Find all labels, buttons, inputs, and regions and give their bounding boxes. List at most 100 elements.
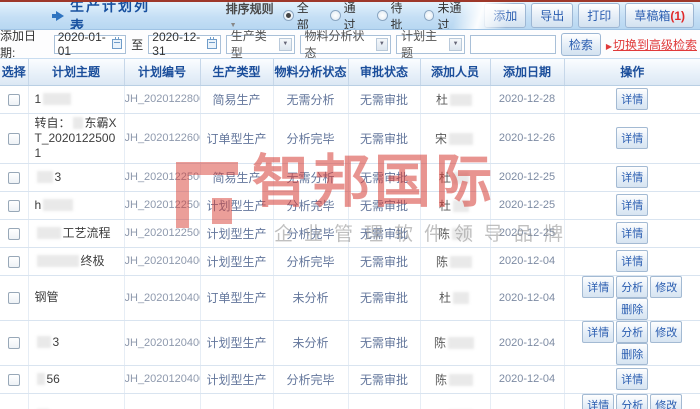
redacted-blur-patch [450,93,472,106]
status-radio-pending[interactable]: 待批 [376,2,414,29]
export-button[interactable]: 导出 [531,3,574,28]
toolbar-buttons: 添加 导出 打印 草稿箱(1) [484,3,694,28]
topic-cell: 转自： 东霸XT_20201225001 [28,113,125,164]
analyze-button[interactable]: 分析 [616,320,649,343]
row-checkbox[interactable] [7,93,20,106]
keyword-input[interactable] [469,34,556,54]
analyze-button[interactable]: 分析 [616,275,649,298]
advanced-search-link-text: 切换到高级检索 [612,37,697,52]
date-from-input[interactable]: 2020-01-01 [53,30,127,58]
plan-topic-select[interactable]: 计划主题 [396,29,465,60]
person-cell: 宋 [420,113,491,164]
table-row: 转自：东霸XT_20201225001JH_20201226001订单型生产分析… [0,113,700,164]
row-checkbox[interactable] [7,199,20,212]
modify-button[interactable]: 修改 [650,275,683,298]
person-cell: 陈 [420,393,491,409]
column-header: 审批状态 [348,59,421,86]
topic-text: 1 [34,91,42,106]
modify-button[interactable]: 修改 [650,320,683,343]
analyze-button[interactable]: 分析 [616,393,649,409]
detail-button[interactable]: 详情 [582,393,615,409]
row-checkbox[interactable] [7,255,20,268]
add-date-cell: 2020-12-04 [490,393,565,409]
radio-icon [329,10,341,21]
calendar-icon[interactable] [206,37,217,49]
draft-box-button[interactable]: 草稿箱(1) [625,3,694,28]
delete-button[interactable]: 删除 [616,297,649,319]
table-row: 终极 JH_20201204007计划型生产分析完毕无需审批陈 2020-12-04… [0,247,700,276]
production-type-cell: 计划型生产 [200,219,274,248]
topic-cell: 1 [28,85,125,114]
detail-button[interactable]: 详情 [616,88,649,110]
plan-code-cell: JH_20201225004 [124,191,201,220]
detail-button[interactable]: 详情 [582,320,615,343]
delete-button[interactable]: 删除 [616,342,649,364]
table-row: 工艺流程 JH_20201225003计划型生产分析完毕无需审批 陈 2020-12-… [0,219,700,248]
topic-cell: h [28,191,125,220]
status-radio-passed[interactable]: 通过 [329,2,367,29]
plan-code-cell: JH_20201204004 [124,320,201,366]
add-button[interactable]: 添加 [484,3,527,28]
analysis-status-cell: 分析完毕 [273,365,349,394]
detail-button[interactable]: 详情 [616,250,649,272]
material-status-select[interactable]: 物料分析状态 [299,29,392,60]
redacted-blur-patch [43,92,72,105]
detail-button[interactable]: 详情 [616,194,649,216]
modify-button[interactable]: 修改 [650,393,683,409]
page-title: 生产计划列表 [70,2,150,30]
analysis-status-cell: 分析完毕 [273,247,349,276]
date-to-input[interactable]: 2020-12-31 [148,30,221,58]
topic-text: 钢管 [34,290,59,304]
status-radio-rejected[interactable]: 未通过 [423,2,473,29]
person-cell: 陈 [420,247,491,276]
topic-cell: 3 [28,320,125,366]
print-button[interactable]: 打印 [578,3,621,28]
operation-cell: 详情 [564,113,700,164]
topic-text: 终极 [80,253,105,268]
select-cell [0,85,29,114]
production-type-cell: 计划型生产 [200,247,274,276]
redacted-blur-patch [448,337,474,349]
select-cell [0,275,29,321]
chevron-down-icon [375,37,389,51]
production-type-cell: 计划型生产 [200,191,274,220]
row-checkbox[interactable] [7,227,20,240]
topic-text: 转自： [34,115,71,130]
detail-button[interactable]: 详情 [582,275,615,298]
search-button[interactable]: 检索 [560,32,601,56]
calendar-icon[interactable] [112,37,123,49]
detail-button[interactable]: 详情 [616,166,649,188]
row-checkbox[interactable] [7,373,20,386]
table-row: 钢管JH_20201204006订单型生产未分析无需审批杜2020-12-04详… [0,275,700,321]
operation-cell: 详情 [564,163,700,192]
row-checkbox[interactable] [7,337,20,350]
plan-topic-select-value: 计划主题 [401,29,438,60]
operation-cell: 详情 [564,365,700,394]
advanced-search-link[interactable]: 切换到高级检索 [606,36,697,53]
detail-button[interactable]: 详情 [616,368,649,390]
production-type-select[interactable]: 生产类型 [225,29,295,60]
person-cell: 杜 [420,191,491,220]
status-radio-all[interactable]: 全部 [283,2,320,29]
draft-count-badge: (1) [670,9,685,23]
redacted-blur-patch [453,292,469,304]
draft-box-label: 草稿箱 [634,9,671,23]
detail-button[interactable]: 详情 [616,127,649,149]
row-checkbox[interactable] [7,132,20,145]
add-date-cell: 2020-12-04 [490,365,565,394]
add-date-cell: 2020-12-04 [490,275,565,321]
detail-button[interactable]: 详情 [616,222,649,244]
sort-rule-dropdown[interactable]: 排序规则 [226,2,283,29]
topic-text: 56 [46,371,60,386]
approval-status-cell: 无需审批 [348,247,421,276]
person-text: 陈 [437,226,450,241]
plan-code-cell: JH_20201204006 [124,275,201,321]
radio-icon [376,10,388,21]
production-type-cell: 计划型生产 [200,365,274,394]
row-checkbox[interactable] [7,171,20,184]
person-text: 陈 [433,336,446,350]
person-text: 陈 [435,254,448,269]
analysis-status-cell: 未分析 [273,320,349,366]
add-date-cell: 2020-12-04 [490,247,565,276]
row-checkbox[interactable] [7,292,20,305]
